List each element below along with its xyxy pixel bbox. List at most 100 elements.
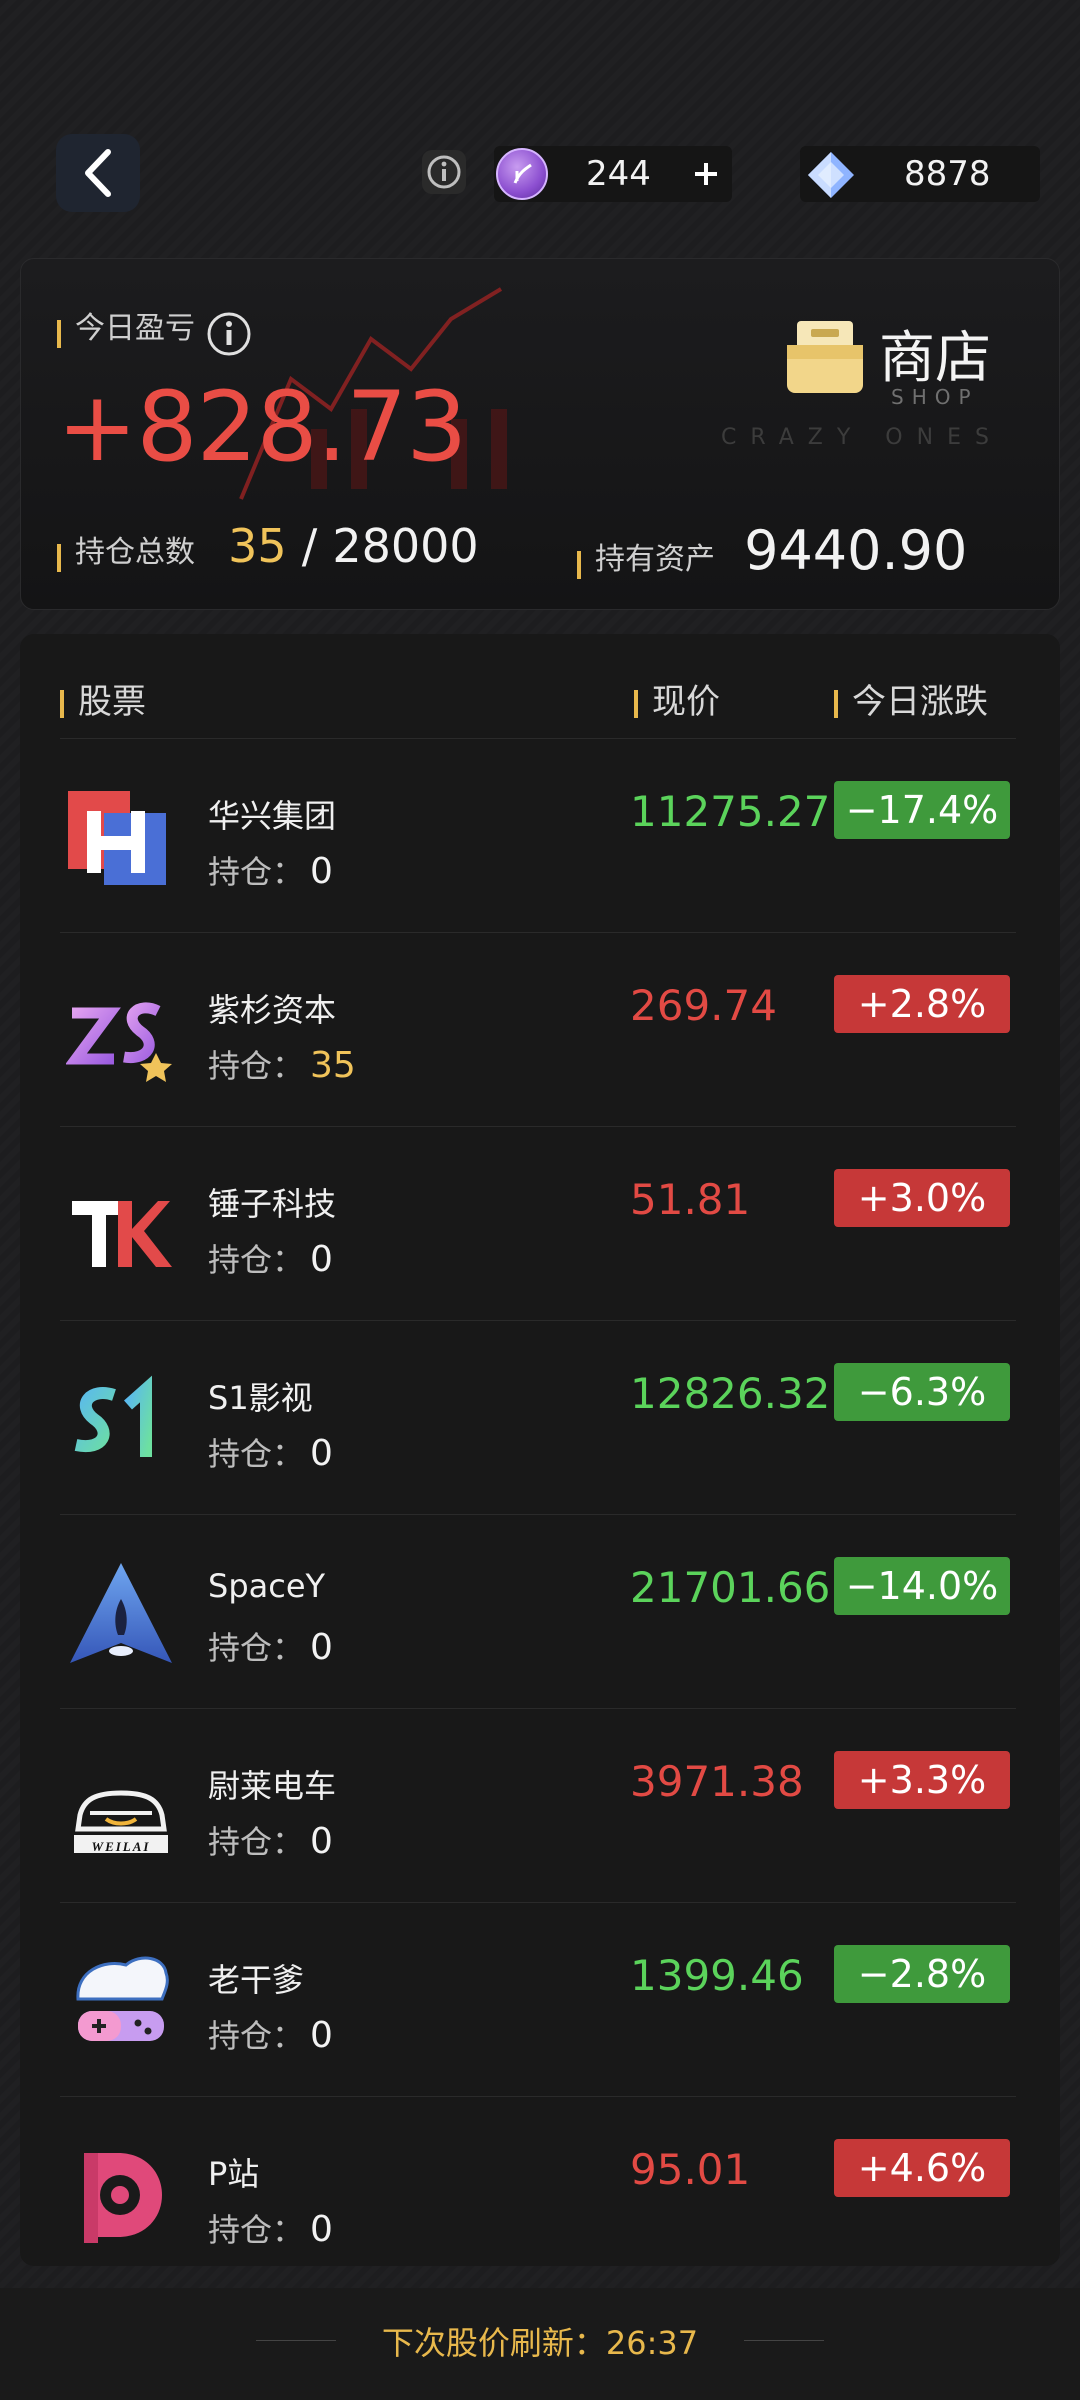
column-header-stock: 股票 (60, 674, 146, 723)
holding-value: 0 (310, 1433, 333, 1474)
holdings-separator: / (301, 519, 318, 573)
weilai-logo: WEILAI (66, 1753, 176, 1863)
zs-logo (65, 977, 176, 1087)
assets-row: 持有资产 9440.90 (577, 519, 967, 582)
change-badge: +4.6% (834, 2139, 1010, 2197)
change-badge: −6.3% (834, 1363, 1010, 1421)
back-button[interactable] (56, 134, 140, 212)
change-badge: +3.0% (834, 1169, 1010, 1227)
gamer-logo (66, 1947, 176, 2057)
holding-line: 持仓： 0 (208, 1817, 333, 1863)
column-header-change: 今日涨跌 (834, 674, 988, 723)
holding-value: 0 (310, 851, 333, 892)
stock-price: 95.01 (630, 2145, 751, 2194)
stock-price: 51.81 (630, 1175, 751, 1224)
stock-row[interactable]: 华兴集团 持仓： 0 11275.27 −17.4% (60, 738, 1016, 932)
diamond-icon (808, 152, 854, 198)
stock-name: 紫杉资本 (208, 991, 337, 1029)
stock-price: 269.74 (630, 981, 777, 1030)
change-badge: +3.3% (834, 1751, 1010, 1809)
holding-label: 持仓： (208, 2017, 305, 2055)
stock-row[interactable]: WEILAI 尉莱电车持仓： 0 3971.38 +3.3% (60, 1708, 1016, 1902)
holding-value: 0 (310, 1627, 333, 1668)
pnl-header: 今日盈亏 (57, 303, 252, 357)
assets-value: 9440.90 (744, 519, 968, 582)
huaxing-logo (66, 783, 176, 893)
holding-label: 持仓： (208, 1241, 305, 1279)
holding-line: 持仓： 0 (208, 1235, 333, 1281)
holding-line: 持仓： 35 (208, 1041, 356, 1087)
holding-line: 持仓： 0 (208, 1429, 333, 1475)
stock-name: P站 (208, 2155, 260, 2193)
holding-value: 35 (310, 1045, 356, 1086)
info-icon[interactable] (206, 311, 252, 357)
stock-name: 老干爹 (208, 1961, 305, 1999)
assets-label: 持有资产 (595, 542, 715, 577)
rocket-logo (66, 1559, 176, 1669)
logo-text: WEILAI (91, 1839, 151, 1854)
shop-subtitle: SHOP (891, 385, 979, 409)
refresh-time: 26:37 (605, 2324, 699, 2362)
stock-price: 11275.27 (630, 787, 831, 836)
stock-list: 股票 现价 今日涨跌 华兴集团 持仓： 0 11275.27 −17.4% 紫杉资本 持仓：… (20, 634, 1060, 2266)
coin-balance: 244 (494, 146, 732, 202)
stock-row[interactable]: 老干爹持仓： 0 1399.46 −2.8% (60, 1902, 1016, 2096)
summary-card: 今日盈亏 +828.73 商店 SHOP CRAZY ONES 持仓总数 35 … (20, 258, 1060, 610)
holding-line: 持仓： 0 (208, 2205, 333, 2251)
holding-label: 持仓： (208, 853, 305, 891)
pnl-value: +828.73 (57, 371, 467, 483)
stock-name: 华兴集团 (208, 797, 337, 835)
gem-balance: 8878 (800, 146, 1040, 202)
shop-button[interactable]: 商店 SHOP (761, 301, 1021, 421)
coin-icon (496, 148, 548, 200)
stock-price: 1399.46 (630, 1951, 804, 2000)
change-badge: +2.8% (834, 975, 1010, 1033)
stock-name: SpaceY (208, 1567, 326, 1605)
shop-title: 商店 (879, 326, 991, 391)
holding-label: 持仓： (208, 1047, 305, 1085)
watermark-text: CRAZY ONES (721, 425, 1003, 450)
holding-value: 0 (310, 1821, 333, 1862)
stock-name: 尉莱电车 (208, 1767, 337, 1805)
holding-label: 持仓： (208, 2211, 305, 2249)
refresh-footer: 下次股价刷新：26:37 (0, 2288, 1080, 2400)
stock-row[interactable]: SpaceY 持仓： 0 21701.66 −14.0% (60, 1514, 1016, 1708)
refresh-countdown: 下次股价刷新：26:37 (0, 2318, 1080, 2364)
holding-label: 持仓： (208, 1629, 305, 1667)
holding-line: 持仓： 0 (208, 847, 333, 893)
holdings-count: 35 (228, 519, 287, 573)
p-logo (66, 2141, 176, 2251)
stock-row[interactable]: 紫杉资本持仓： 35 269.74 +2.8% (60, 932, 1016, 1126)
holdings-total: 28000 (332, 519, 479, 573)
change-badge: −2.8% (834, 1945, 1010, 2003)
info-button[interactable] (422, 150, 466, 194)
chevron-left-icon (85, 149, 111, 197)
holding-value: 0 (310, 1239, 333, 1280)
pnl-label: 今日盈亏 (75, 311, 195, 346)
holding-label: 持仓： (208, 1823, 305, 1861)
stock-row[interactable]: P站持仓： 0 95.01 +4.6% (60, 2096, 1016, 2266)
holdings-row: 持仓总数 35 / 28000 (57, 519, 479, 573)
gem-value: 8878 (904, 154, 991, 194)
s1-logo (66, 1365, 176, 1475)
stock-row[interactable]: S1影视持仓： 0 12826.32 −6.3% (60, 1320, 1016, 1514)
shop-bag-icon (787, 321, 863, 393)
stock-price: 12826.32 (630, 1369, 831, 1418)
add-coin-button[interactable] (686, 154, 726, 194)
hammer-logo (66, 1171, 176, 1281)
stock-name: 锤子科技 (208, 1185, 337, 1223)
coin-value: 244 (586, 154, 651, 194)
holding-value: 0 (310, 2015, 333, 2056)
refresh-label: 下次股价刷新： (381, 2324, 606, 2362)
stock-price: 3971.38 (630, 1757, 804, 1806)
stock-name: S1影视 (208, 1379, 313, 1417)
stock-price: 21701.66 (630, 1563, 831, 1612)
holdings-label: 持仓总数 (75, 535, 195, 570)
holding-line: 持仓： 0 (208, 1623, 333, 1669)
change-badge: −14.0% (834, 1557, 1010, 1615)
info-icon (427, 155, 461, 189)
column-header-price: 现价 (634, 674, 720, 723)
plus-icon (695, 163, 717, 185)
holding-value: 0 (310, 2209, 333, 2250)
stock-row[interactable]: 锤子科技持仓： 0 51.81 +3.0% (60, 1126, 1016, 1320)
